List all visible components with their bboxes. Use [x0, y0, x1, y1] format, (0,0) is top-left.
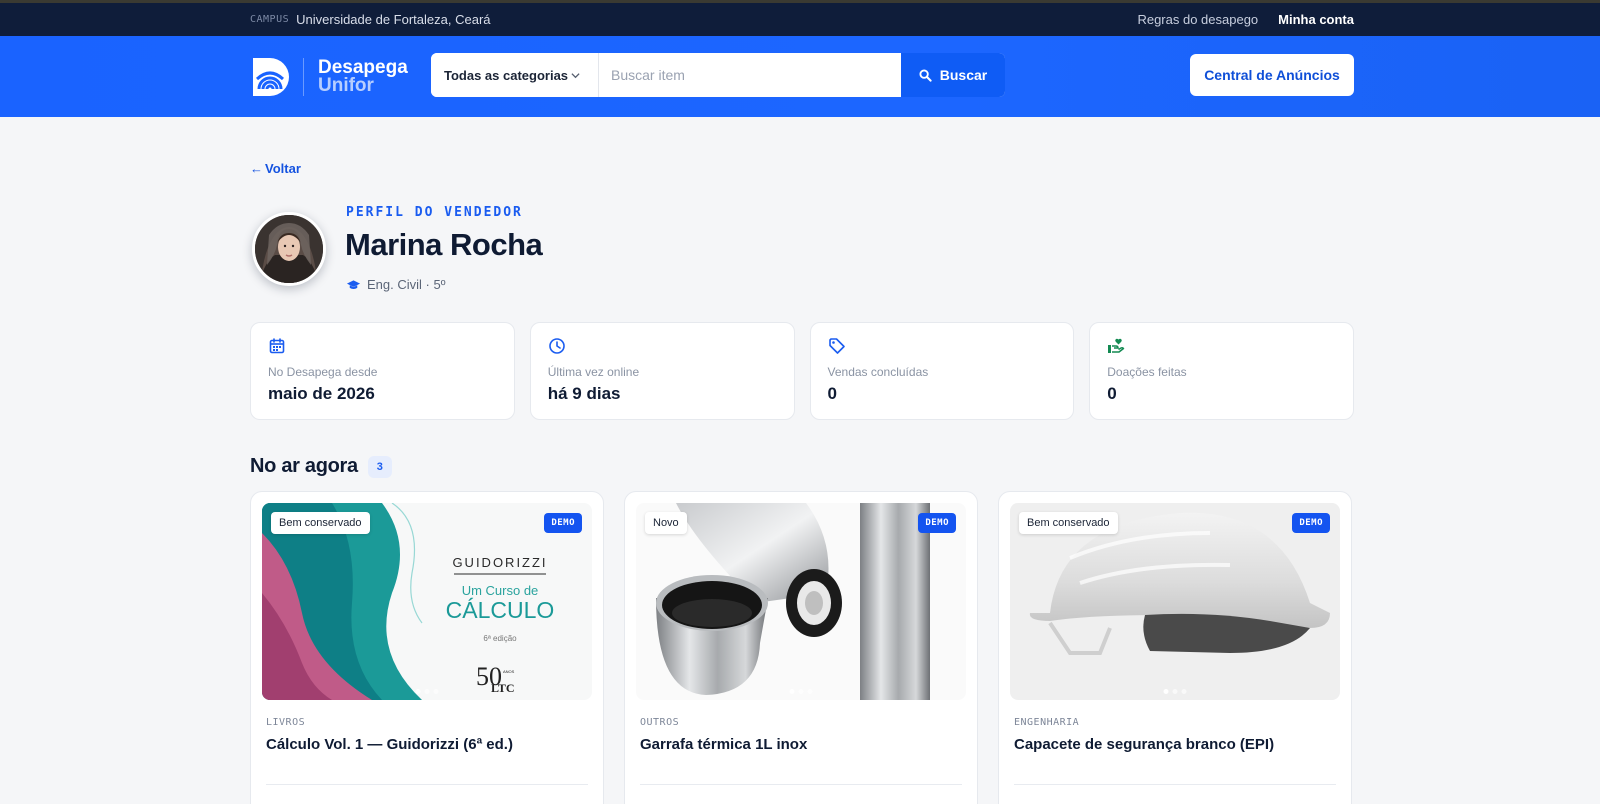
listing-category: ENGENHARIA — [1014, 717, 1080, 728]
demo-badge: DEMO — [918, 513, 956, 533]
stat-value: 0 — [827, 384, 837, 403]
carousel-dots[interactable] — [415, 689, 439, 694]
listing-image[interactable]: Novo DEMO — [636, 503, 966, 700]
condition-badge: Bem conservado — [271, 512, 370, 534]
listing-title[interactable]: Cálculo Vol. 1 — Guidorizzi (6ª ed.) — [262, 736, 592, 753]
arrow-left-icon: ← — [250, 161, 263, 176]
listing-title[interactable]: Garrafa térmica 1L inox — [636, 736, 966, 753]
search-icon — [919, 68, 932, 82]
stat-member-since: No Desapega desde maio de 2026 — [250, 322, 515, 420]
logo[interactable]: Desapega Unifor — [250, 55, 408, 99]
stat-label: Vendas concluídas — [827, 365, 929, 379]
listing-image[interactable]: Bem conservado DEMO — [1010, 503, 1340, 700]
cover-author-text: GUIDORIZZI — [452, 555, 547, 570]
search-bar: Todas as categorias Buscar — [431, 53, 1005, 97]
listings-title: No ar agora — [250, 455, 358, 477]
listing-card[interactable]: GUIDORIZZI Um Curso de CÁLCULO 6ª edição… — [250, 491, 604, 804]
listing-image[interactable]: GUIDORIZZI Um Curso de CÁLCULO 6ª edição… — [262, 503, 592, 700]
listing-card[interactable]: Bem conservado DEMO ENGENHARIA Capacete … — [998, 491, 1352, 804]
graduation-cap-icon — [346, 279, 361, 289]
stat-label: Doações feitas — [1107, 365, 1187, 379]
listings-header: No ar agora 3 — [250, 455, 392, 478]
logo-line1: Desapega — [318, 56, 408, 78]
logo-line2: Unifor — [318, 74, 374, 96]
category-select-value: Todas as categorias — [444, 67, 569, 83]
stat-value: há 9 dias — [547, 384, 621, 403]
cover-edition-text: 6ª edição — [483, 634, 517, 643]
campus-bar: CAMPUS Universidade de Fortaleza, Ceará … — [0, 0, 1600, 36]
carousel-dots[interactable] — [1163, 689, 1187, 694]
search-button-label: Buscar — [939, 67, 988, 83]
seller-name: Marina Rocha — [345, 227, 543, 262]
account-link[interactable]: Minha conta — [1278, 12, 1354, 27]
condition-badge: Bem conservado — [1019, 512, 1118, 534]
seller-stats: No Desapega desde maio de 2026 Última ve… — [250, 322, 1354, 420]
calendar-icon — [269, 338, 285, 354]
donation-icon — [1108, 338, 1125, 353]
card-divider — [1014, 784, 1336, 785]
demo-badge: DEMO — [544, 513, 582, 533]
listings-grid: GUIDORIZZI Um Curso de CÁLCULO 6ª edição… — [250, 491, 1354, 804]
logo-divider — [303, 57, 304, 96]
cover-seal-small-text: ANOS — [503, 669, 515, 674]
seller-course: Eng. Civil · 5º — [346, 277, 445, 292]
cover-subtitle-text: Um Curso de — [462, 583, 539, 598]
tag-icon — [828, 338, 845, 354]
stat-value: 0 — [1107, 384, 1117, 403]
campus-name: Universidade de Fortaleza, Ceará — [296, 12, 491, 27]
rules-link[interactable]: Regras do desapego — [1137, 12, 1258, 27]
search-input[interactable] — [599, 53, 901, 97]
card-divider — [266, 784, 588, 785]
listings-count-badge: 3 — [367, 455, 392, 478]
seller-course-label: Eng. Civil · 5º — [367, 277, 446, 292]
profile-eyebrow: PERFIL DO VENDEDOR — [346, 205, 523, 220]
clock-icon — [548, 338, 565, 354]
stat-label: No Desapega desde — [268, 365, 378, 379]
main-header: Desapega Unifor Todas as categorias Busc… — [0, 36, 1600, 117]
cover-title-text: CÁLCULO — [446, 597, 555, 623]
demo-badge: DEMO — [1292, 513, 1330, 533]
stat-value: maio de 2026 — [268, 384, 375, 403]
central-anuncios-button[interactable]: Central de Anúncios — [1190, 54, 1354, 96]
stat-sales: Vendas concluídas 0 — [809, 322, 1075, 420]
stat-donations: Doações feitas 0 — [1089, 322, 1354, 420]
chevron-down-icon — [571, 72, 580, 78]
listing-category: LIVROS — [266, 717, 306, 728]
category-select[interactable]: Todas as categorias — [431, 53, 599, 97]
avatar-photo — [255, 215, 323, 283]
listing-category: OUTROS — [640, 717, 680, 728]
back-link-label: Voltar — [265, 161, 301, 176]
card-divider — [640, 784, 962, 785]
listing-card[interactable]: Novo DEMO OUTROS Garrafa térmica 1L inox — [624, 491, 978, 804]
avatar — [252, 212, 326, 286]
carousel-dots[interactable] — [789, 689, 813, 694]
logo-wordmark: Desapega Unifor — [318, 56, 408, 96]
logo-mark-icon — [253, 57, 289, 96]
condition-badge: Novo — [645, 512, 687, 534]
stat-last-online: Última vez online há 9 dias — [529, 322, 795, 420]
search-button[interactable]: Buscar — [901, 53, 1005, 97]
back-link[interactable]: ← Voltar — [250, 161, 301, 176]
cover-publisher-text: LTC — [491, 681, 515, 695]
listing-title[interactable]: Capacete de segurança branco (EPI) — [1010, 736, 1340, 753]
stat-label: Última vez online — [547, 365, 640, 379]
campus-info: CAMPUS Universidade de Fortaleza, Ceará — [250, 12, 491, 27]
campus-tag: CAMPUS — [250, 14, 290, 25]
